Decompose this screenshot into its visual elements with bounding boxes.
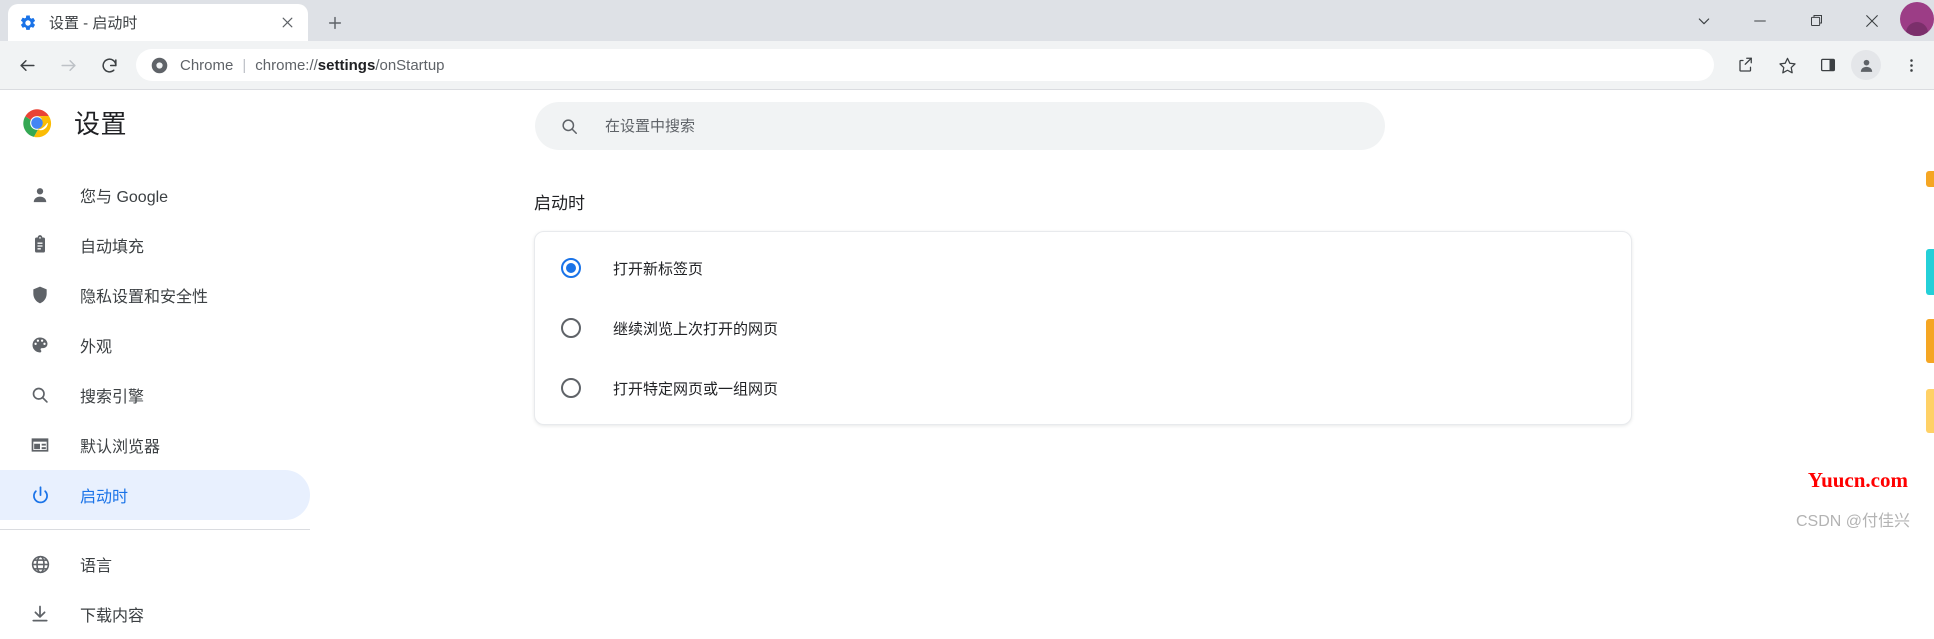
address-bar[interactable]: Chrome | chrome://settings/onStartup (136, 49, 1714, 81)
power-icon (28, 483, 52, 507)
palette-icon (28, 333, 52, 357)
shield-icon (28, 283, 52, 307)
forward-arrow-icon[interactable] (51, 48, 85, 82)
edge-bar-yellow (1926, 389, 1934, 433)
download-icon (28, 602, 52, 626)
radio-label: 继续浏览上次打开的网页 (613, 320, 779, 338)
tab-title: 设置 - 启动时 (49, 15, 138, 32)
sidebar-item-label: 您与 Google (80, 189, 169, 206)
reload-icon[interactable] (92, 48, 126, 82)
startup-options-card: 打开新标签页 继续浏览上次打开的网页 打开特定网页或一组网页 (534, 231, 1632, 425)
radio-button[interactable] (561, 378, 581, 398)
star-icon[interactable] (1770, 48, 1804, 82)
omnibox-url: chrome://settings/onStartup (255, 57, 444, 74)
person-icon (28, 183, 52, 207)
chrome-logo-icon (22, 108, 52, 138)
three-dot-menu-icon[interactable] (1894, 48, 1928, 82)
edge-bar-orange (1926, 171, 1934, 187)
settings-page: 设置 您与 Google (0, 89, 1934, 631)
page-title: 设置 (74, 109, 128, 139)
settings-brand: 设置 (22, 104, 127, 141)
radio-label: 打开新标签页 (613, 260, 704, 278)
toolbar-actions (1722, 48, 1928, 82)
sidebar-item-privacy-security[interactable]: 隐私设置和安全性 (0, 270, 310, 320)
profile-avatar-icon[interactable] (1851, 50, 1881, 80)
settings-gear-icon (18, 13, 38, 33)
settings-search (535, 102, 1385, 150)
section-title: 启动时 (534, 194, 585, 213)
startup-option-open-specific-pages[interactable]: 打开特定网页或一组网页 (535, 358, 1631, 418)
sidebar-item-default-browser[interactable]: 默认浏览器 (0, 420, 310, 470)
startup-option-open-new-tab[interactable]: 打开新标签页 (535, 238, 1631, 298)
globe-icon (28, 552, 52, 576)
chrome-icon (150, 56, 168, 74)
search-box[interactable] (535, 102, 1385, 150)
settings-main-panel: 启动时 打开新标签页 继续浏览上次打开的网页 打开特定网页或一组网页 (310, 164, 1934, 631)
sidebar-item-label: 自动填充 (80, 239, 145, 256)
startup-option-continue-where-left-off[interactable]: 继续浏览上次打开的网页 (535, 298, 1631, 358)
omnibox-separator: | (242, 56, 247, 74)
sidebar-item-downloads[interactable]: 下载内容 (0, 589, 310, 639)
new-tab-button[interactable] (320, 8, 350, 38)
browser-toolbar: Chrome | chrome://settings/onStartup (0, 41, 1934, 89)
sidebar-item-label: 下载内容 (80, 608, 145, 625)
settings-sidebar: 您与 Google 自动填充 隐私设置和安全性 外观 搜索引擎 默认浏览器 启动… (0, 164, 310, 631)
clipboard-icon (28, 233, 52, 257)
sidebar-item-search-engine[interactable]: 搜索引擎 (0, 370, 310, 420)
sidebar-item-you-and-google[interactable]: 您与 Google (0, 170, 310, 220)
omnibox-url-host: settings (317, 56, 376, 74)
watermark-secondary: CSDN @付佳兴 (1795, 513, 1910, 530)
background-window-edge (1926, 41, 1934, 631)
minimize-button[interactable] (1732, 0, 1788, 41)
watermark-primary: Yuucn.com (1807, 468, 1908, 492)
radio-label: 打开特定网页或一组网页 (613, 380, 779, 398)
sidebar-item-label: 语言 (80, 558, 113, 575)
browser-window-icon (28, 433, 52, 457)
omnibox-url-path: /onStartup (375, 56, 445, 74)
search-icon (28, 383, 52, 407)
sidebar-item-on-startup[interactable]: 启动时 (0, 470, 310, 520)
sidebar-item-label: 隐私设置和安全性 (80, 289, 209, 306)
sidebar-item-label: 启动时 (80, 489, 129, 506)
edge-bar-amber (1926, 319, 1934, 363)
tab-strip: 设置 - 启动时 (0, 0, 1934, 41)
edge-profile-avatar[interactable] (1900, 2, 1934, 36)
close-window-button[interactable] (1844, 0, 1900, 41)
tab-search-button[interactable] (1676, 0, 1732, 41)
share-icon[interactable] (1729, 48, 1763, 82)
settings-header: 设置 (0, 90, 1934, 164)
close-tab-icon[interactable] (276, 12, 298, 34)
omnibox-scheme-label: Chrome (180, 56, 234, 74)
omnibox-url-prefix: chrome:// (255, 56, 318, 74)
search-input[interactable] (605, 117, 1361, 135)
radio-button[interactable] (561, 258, 581, 278)
sidebar-item-appearance[interactable]: 外观 (0, 320, 310, 370)
sidebar-divider (0, 529, 310, 530)
window-controls (1676, 0, 1900, 41)
side-panel-icon[interactable] (1811, 48, 1845, 82)
sidebar-item-autofill[interactable]: 自动填充 (0, 220, 310, 270)
edge-bar-cyan (1926, 249, 1934, 295)
search-icon (559, 116, 579, 136)
back-arrow-icon[interactable] (10, 48, 44, 82)
maximize-button[interactable] (1788, 0, 1844, 41)
sidebar-item-label: 搜索引擎 (80, 389, 145, 406)
sidebar-item-languages[interactable]: 语言 (0, 539, 310, 589)
browser-tab[interactable]: 设置 - 启动时 (8, 4, 308, 41)
sidebar-item-label: 外观 (80, 339, 113, 356)
radio-button[interactable] (561, 318, 581, 338)
sidebar-item-label: 默认浏览器 (80, 439, 161, 456)
